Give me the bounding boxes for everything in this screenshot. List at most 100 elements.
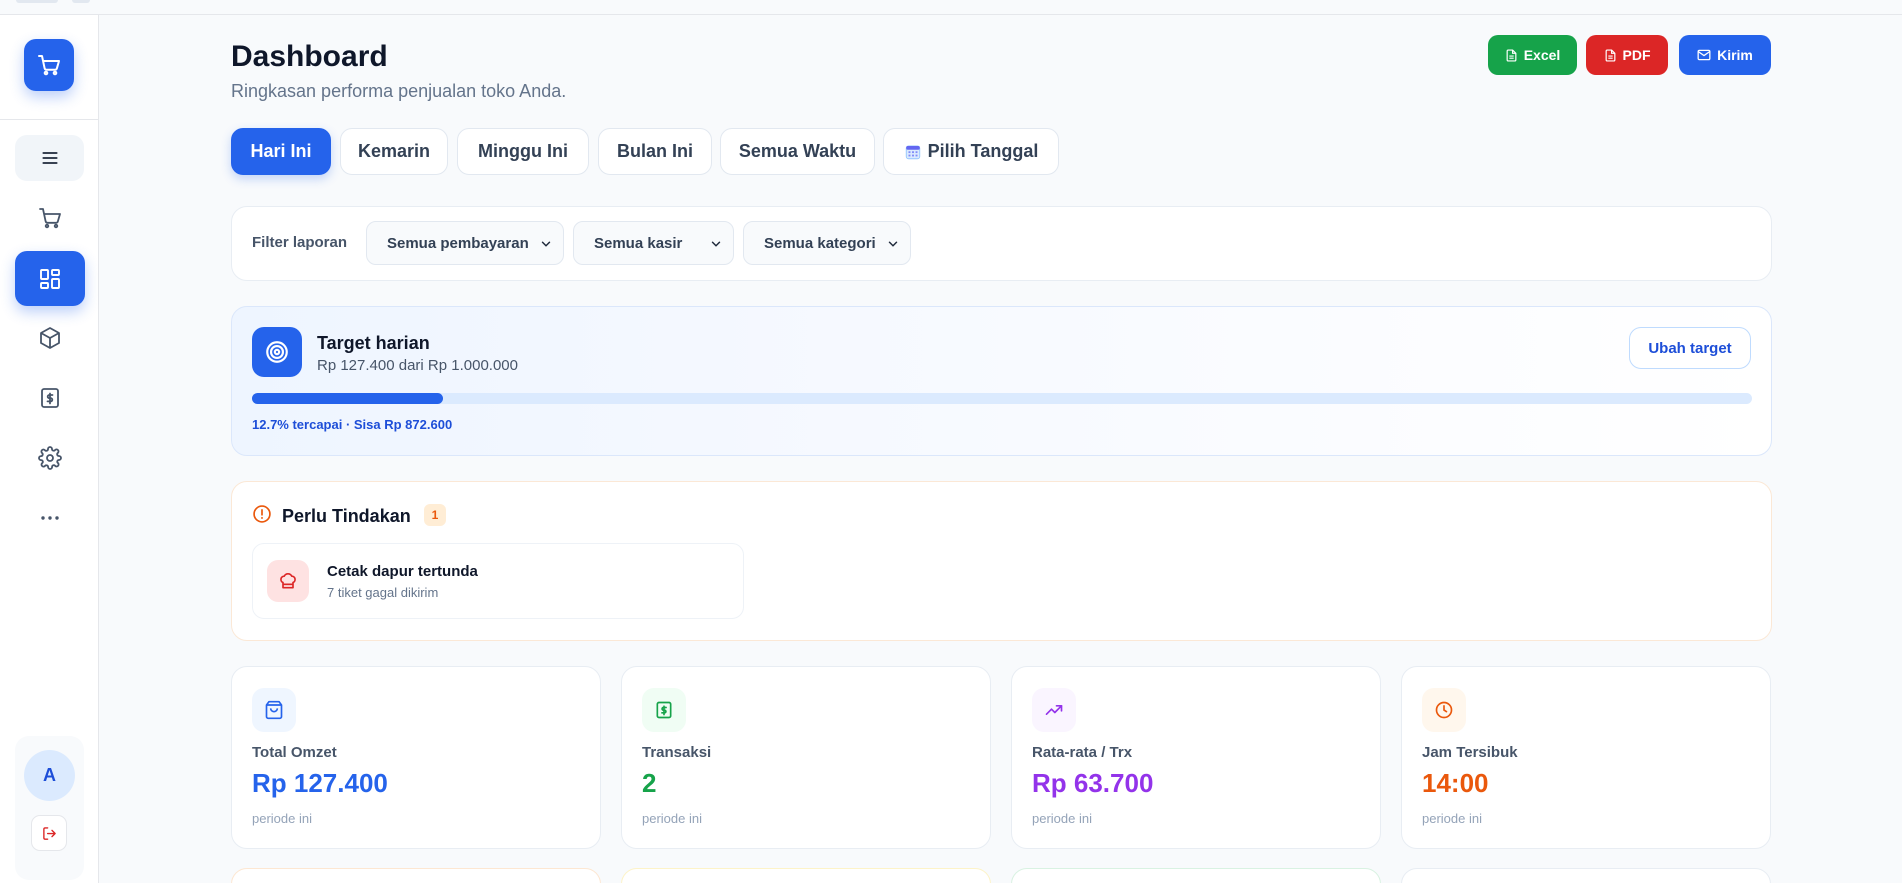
stat-card-partial (1401, 868, 1771, 883)
stat-note: periode ini (642, 811, 702, 826)
chef-hat-icon (280, 572, 296, 589)
sidebar-divider (0, 119, 99, 120)
cart-icon (38, 55, 60, 76)
stat-note: periode ini (1422, 811, 1482, 826)
stat-note: periode ini (252, 811, 312, 826)
needs-action-card: Perlu Tindakan 1 Cetak dapur tertunda 7 … (231, 481, 1772, 641)
export-pdf-button[interactable]: PDF (1586, 35, 1668, 75)
logout-icon (42, 826, 56, 840)
category-filter-select[interactable]: Semua kategori (743, 221, 911, 265)
export-excel-button[interactable]: Excel (1488, 35, 1577, 75)
filter-panel: Filter laporan Semua pembayaran Semua ka… (231, 206, 1772, 281)
tab-label: Semua Waktu (738, 141, 857, 161)
brand-logo[interactable] (24, 39, 74, 91)
tab-label: Bulan Ini (617, 141, 693, 161)
target-icon (266, 341, 288, 363)
file-icon (1605, 48, 1615, 62)
shopping-bag-icon (265, 700, 283, 720)
tab-label: Minggu Ini (478, 141, 568, 161)
calendar-icon (905, 145, 920, 159)
page-title: Dashboard (231, 40, 388, 73)
tab-label: Kemarin (357, 141, 431, 161)
sidebar-menu-toggle[interactable] (15, 135, 84, 181)
tab-pilih-tanggal[interactable]: Pilih Tanggal (883, 128, 1059, 175)
stat-value: Rp 63.700 (1032, 768, 1154, 798)
stat-card-partial (1011, 868, 1381, 883)
stat-icon-badge (1032, 688, 1076, 732)
stat-card-total-omzet: Total Omzet Rp 127.400 periode ini (231, 666, 601, 849)
needs-action-count-badge: 1 (424, 504, 446, 526)
tab-label: Hari Ini (250, 141, 312, 161)
stat-icon-badge (1422, 688, 1466, 732)
stat-card-transaksi: Transaksi 2 periode ini (621, 666, 991, 849)
top-chip (72, 0, 90, 3)
daily-target-card: Target harian Rp 127.400 dari Rp 1.000.0… (231, 306, 1772, 456)
cart-icon (38, 208, 61, 229)
dashboard-grid-icon (40, 268, 60, 289)
sidebar-item-pengaturan[interactable] (15, 435, 84, 481)
chevron-down-icon (541, 241, 551, 247)
payment-filter-select[interactable]: Semua pembayaran (366, 221, 564, 265)
action-item-kitchen-print[interactable]: Cetak dapur tertunda 7 tiket gagal dikir… (252, 543, 744, 619)
stat-note: periode ini (1032, 811, 1092, 826)
clock-icon (1435, 701, 1453, 719)
send-report-label: Kirim (1717, 47, 1753, 63)
filter-label: Filter laporan (252, 234, 348, 251)
menu-icon (41, 152, 58, 164)
tab-minggu-ini[interactable]: Minggu Ini (457, 128, 589, 175)
export-excel-label: Excel (1523, 47, 1561, 63)
stat-value: 2 (642, 768, 657, 798)
gear-icon (37, 446, 62, 470)
sidebar-item-kasir[interactable] (15, 195, 84, 241)
send-report-button[interactable]: Kirim (1679, 35, 1771, 75)
action-item-title: Cetak dapur tertunda (327, 563, 478, 580)
sidebar-item-keuangan[interactable] (15, 375, 84, 421)
sidebar-item-more[interactable] (15, 495, 84, 541)
avatar[interactable]: A (24, 750, 75, 801)
receipt-dollar-icon (656, 701, 672, 719)
cashier-filter-value: Semua kasir (594, 234, 683, 252)
page-subtitle: Ringkasan performa penjualan toko Anda. (231, 81, 567, 101)
stat-value: 14:00 (1422, 768, 1489, 798)
needs-action-title: Perlu Tindakan (282, 506, 411, 526)
top-divider (0, 14, 1902, 15)
tab-kemarin[interactable]: Kemarin (340, 128, 448, 175)
alert-circle-icon (253, 505, 271, 523)
logout-button[interactable] (31, 815, 67, 851)
tab-bulan-ini[interactable]: Bulan Ini (598, 128, 712, 175)
target-title: Target harian (317, 333, 430, 353)
stat-label: Total Omzet (252, 744, 337, 761)
top-chip (16, 0, 58, 3)
sidebar-user-panel: A (15, 736, 84, 880)
tab-hari-ini[interactable]: Hari Ini (231, 128, 331, 175)
stat-label: Rata-rata / Trx (1032, 744, 1133, 761)
mail-icon (1697, 49, 1711, 61)
stat-value: Rp 127.400 (252, 768, 388, 798)
box-icon (39, 327, 60, 349)
stat-card-rata-rata: Rata-rata / Trx Rp 63.700 periode ini (1011, 666, 1381, 849)
payment-filter-value: Semua pembayaran (387, 234, 529, 252)
file-icon (1506, 48, 1517, 62)
stat-card-partial (231, 868, 601, 883)
category-filter-value: Semua kategori (764, 234, 876, 252)
chevron-down-icon (888, 241, 898, 247)
chevron-down-icon (711, 241, 721, 247)
action-item-subtitle: 7 tiket gagal dikirim (327, 585, 439, 600)
target-progress-fill (252, 393, 443, 404)
edit-target-button[interactable]: Ubah target (1629, 327, 1751, 369)
sidebar-item-dashboard[interactable] (15, 251, 85, 306)
receipt-icon (40, 388, 59, 408)
stat-label: Jam Tersibuk (1422, 744, 1518, 761)
tab-semua-waktu[interactable]: Semua Waktu (720, 128, 875, 175)
stat-card-jam-tersibuk: Jam Tersibuk 14:00 periode ini (1401, 666, 1771, 849)
sidebar-item-produk[interactable] (15, 315, 84, 361)
target-progress-text: 12.7% tercapai · Sisa Rp 872.600 (252, 417, 453, 432)
chef-hat-icon-badge (267, 560, 309, 602)
target-amount: Rp 127.400 dari Rp 1.000.000 (317, 357, 518, 374)
cashier-filter-select[interactable]: Semua kasir (573, 221, 734, 265)
stat-label: Transaksi (642, 744, 712, 761)
stat-card-partial (621, 868, 991, 883)
more-icon (40, 516, 59, 520)
target-icon-badge (252, 327, 302, 377)
export-pdf-label: PDF (1622, 47, 1651, 63)
